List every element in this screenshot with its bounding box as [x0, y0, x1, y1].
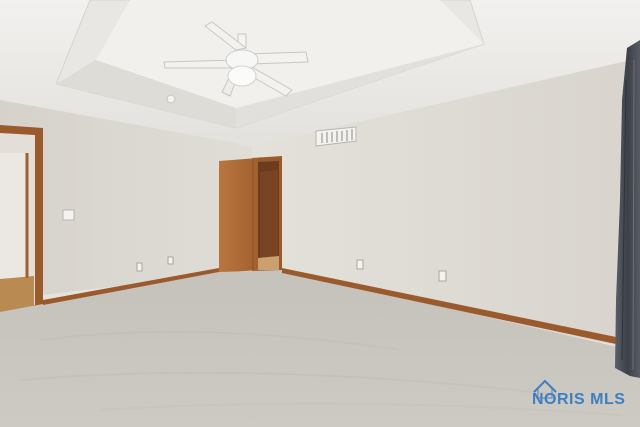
- mls-watermark: NORIS MLS: [532, 378, 636, 408]
- left-doorway-wall: [0, 153, 27, 279]
- center-doorway-inner-door: [260, 170, 278, 260]
- outlet: [136, 262, 143, 272]
- bedroom-photo: NORIS MLS: [0, 0, 640, 427]
- open-door: [219, 158, 258, 273]
- outlet: [438, 270, 447, 282]
- house-roof-icon: [533, 379, 557, 399]
- room-illustration: [0, 0, 640, 427]
- smoke-detector: [166, 94, 176, 104]
- outlet: [167, 256, 174, 265]
- center-doorway-floor: [258, 256, 279, 270]
- light-switch: [62, 209, 75, 221]
- outlet: [356, 259, 364, 270]
